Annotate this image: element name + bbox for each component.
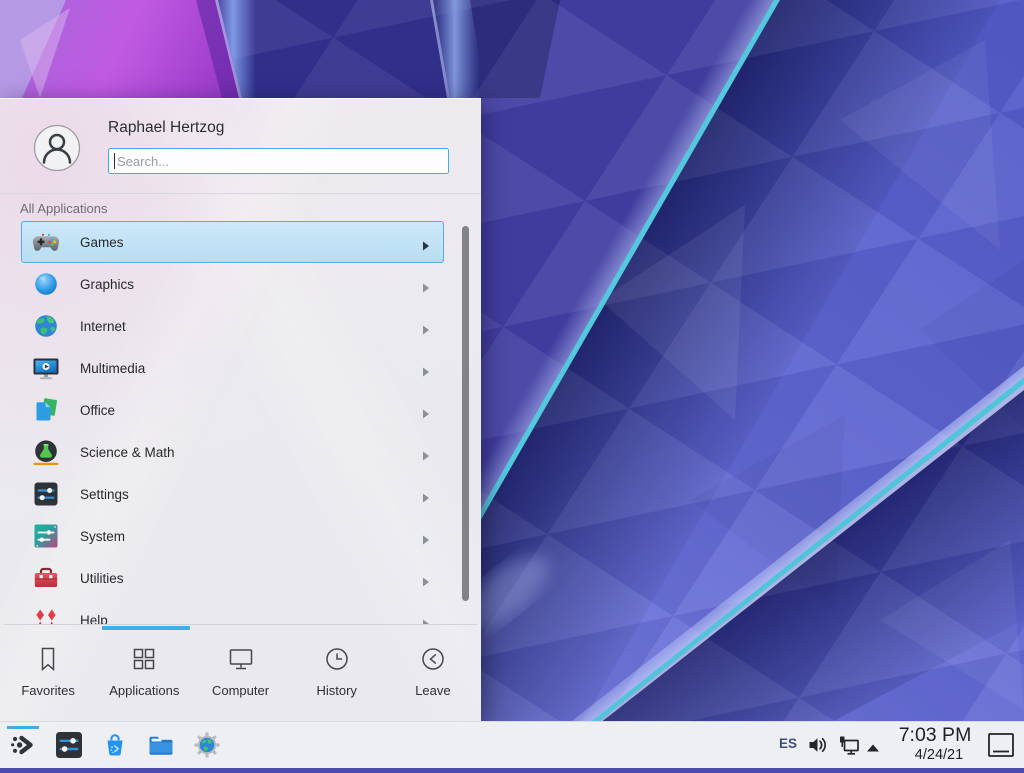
- category-row-games[interactable]: Games: [21, 221, 444, 263]
- tab-history[interactable]: History: [289, 630, 385, 722]
- help-icon: [32, 606, 60, 624]
- text-caret: [114, 153, 115, 169]
- applications-icon: [129, 644, 159, 674]
- search-input[interactable]: [108, 148, 449, 174]
- tab-label: Favorites: [21, 683, 74, 698]
- leave-icon: [418, 644, 448, 674]
- category-label: Games: [80, 235, 124, 250]
- submenu-arrow-icon: [422, 616, 430, 624]
- category-label: Settings: [80, 487, 129, 502]
- footer-separator: [4, 624, 477, 625]
- category-label: Internet: [80, 319, 126, 334]
- submenu-arrow-icon: [422, 574, 430, 584]
- submenu-arrow-icon: [422, 406, 430, 416]
- category-label: Help: [80, 613, 108, 625]
- konqueror-browser-button[interactable]: [191, 729, 223, 761]
- submenu-arrow-icon: [422, 448, 430, 458]
- tab-label: History: [316, 683, 356, 698]
- list-scrollbar[interactable]: [462, 226, 469, 601]
- launcher-header: Raphael Hertzog: [0, 99, 481, 194]
- user-name: Raphael Hertzog: [108, 119, 224, 137]
- network-icon[interactable]: [836, 733, 862, 764]
- category-row-utilities[interactable]: Utilities: [21, 557, 444, 599]
- dolphin-file-manager-button[interactable]: [145, 729, 177, 761]
- multimedia-icon: [32, 354, 60, 382]
- utilities-icon: [32, 564, 60, 592]
- clock-time: 7:03 PM: [891, 724, 979, 747]
- application-category-list: Games Graphics: [0, 221, 481, 624]
- settings-icon: [32, 480, 60, 508]
- graphics-icon: [32, 270, 60, 298]
- submenu-arrow-icon: [422, 280, 430, 290]
- category-row-settings[interactable]: Settings: [21, 473, 444, 515]
- kde-desktop: { "launcher": { "user_name": "Raphael He…: [0, 0, 1024, 768]
- show-desktop-button[interactable]: [987, 732, 1015, 763]
- discover-button[interactable]: [99, 729, 131, 761]
- category-label: Science & Math: [80, 445, 175, 460]
- tray-expander-icon[interactable]: [865, 740, 881, 758]
- tab-label: Applications: [109, 683, 179, 698]
- clock-date: 4/24/21: [891, 747, 979, 764]
- category-label: Utilities: [80, 571, 124, 586]
- history-icon: [322, 644, 352, 674]
- taskbar-launchers: [7, 729, 223, 761]
- submenu-arrow-icon: [422, 364, 430, 374]
- games-icon: [32, 228, 60, 256]
- category-row-multimedia[interactable]: Multimedia: [21, 347, 444, 389]
- category-row-system[interactable]: System: [21, 515, 444, 557]
- tab-favorites[interactable]: Favorites: [0, 630, 96, 722]
- application-launcher-button[interactable]: [7, 729, 39, 761]
- category-row-office[interactable]: Office: [21, 389, 444, 431]
- application-launcher-menu: Raphael Hertzog All Applications Games: [0, 98, 481, 722]
- submenu-arrow-icon: [422, 490, 430, 500]
- category-label: Graphics: [80, 277, 134, 292]
- science-icon: [32, 438, 60, 466]
- tab-leave[interactable]: Leave: [385, 630, 481, 722]
- category-row-science-math[interactable]: Science & Math: [21, 431, 444, 473]
- submenu-arrow-icon: [422, 238, 430, 248]
- digital-clock[interactable]: 7:03 PM 4/24/21: [891, 724, 979, 764]
- keyboard-layout-indicator[interactable]: ES: [779, 736, 797, 751]
- system-icon: [32, 522, 60, 550]
- category-label: System: [80, 529, 125, 544]
- computer-icon: [226, 644, 256, 674]
- tab-computer[interactable]: Computer: [192, 630, 288, 722]
- category-row-graphics[interactable]: Graphics: [21, 263, 444, 305]
- tab-applications[interactable]: Applications: [96, 630, 192, 722]
- category-label: Office: [80, 403, 115, 418]
- tab-label: Leave: [415, 683, 450, 698]
- section-label: All Applications: [20, 201, 107, 216]
- system-settings-button[interactable]: [53, 729, 85, 761]
- submenu-arrow-icon: [422, 532, 430, 542]
- category-label: Multimedia: [80, 361, 145, 376]
- taskbar-panel: ES 7:03 PM 4/24/21: [0, 721, 1024, 768]
- office-icon: [32, 396, 60, 424]
- favorites-icon: [33, 644, 63, 674]
- tab-label: Computer: [212, 683, 269, 698]
- volume-icon[interactable]: [807, 734, 829, 761]
- internet-icon: [32, 312, 60, 340]
- launcher-footer-tabs: Favorites Applications Computer: [0, 630, 481, 722]
- category-row-help[interactable]: Help: [21, 599, 444, 624]
- user-avatar: [33, 124, 81, 172]
- category-row-internet[interactable]: Internet: [21, 305, 444, 347]
- submenu-arrow-icon: [422, 322, 430, 332]
